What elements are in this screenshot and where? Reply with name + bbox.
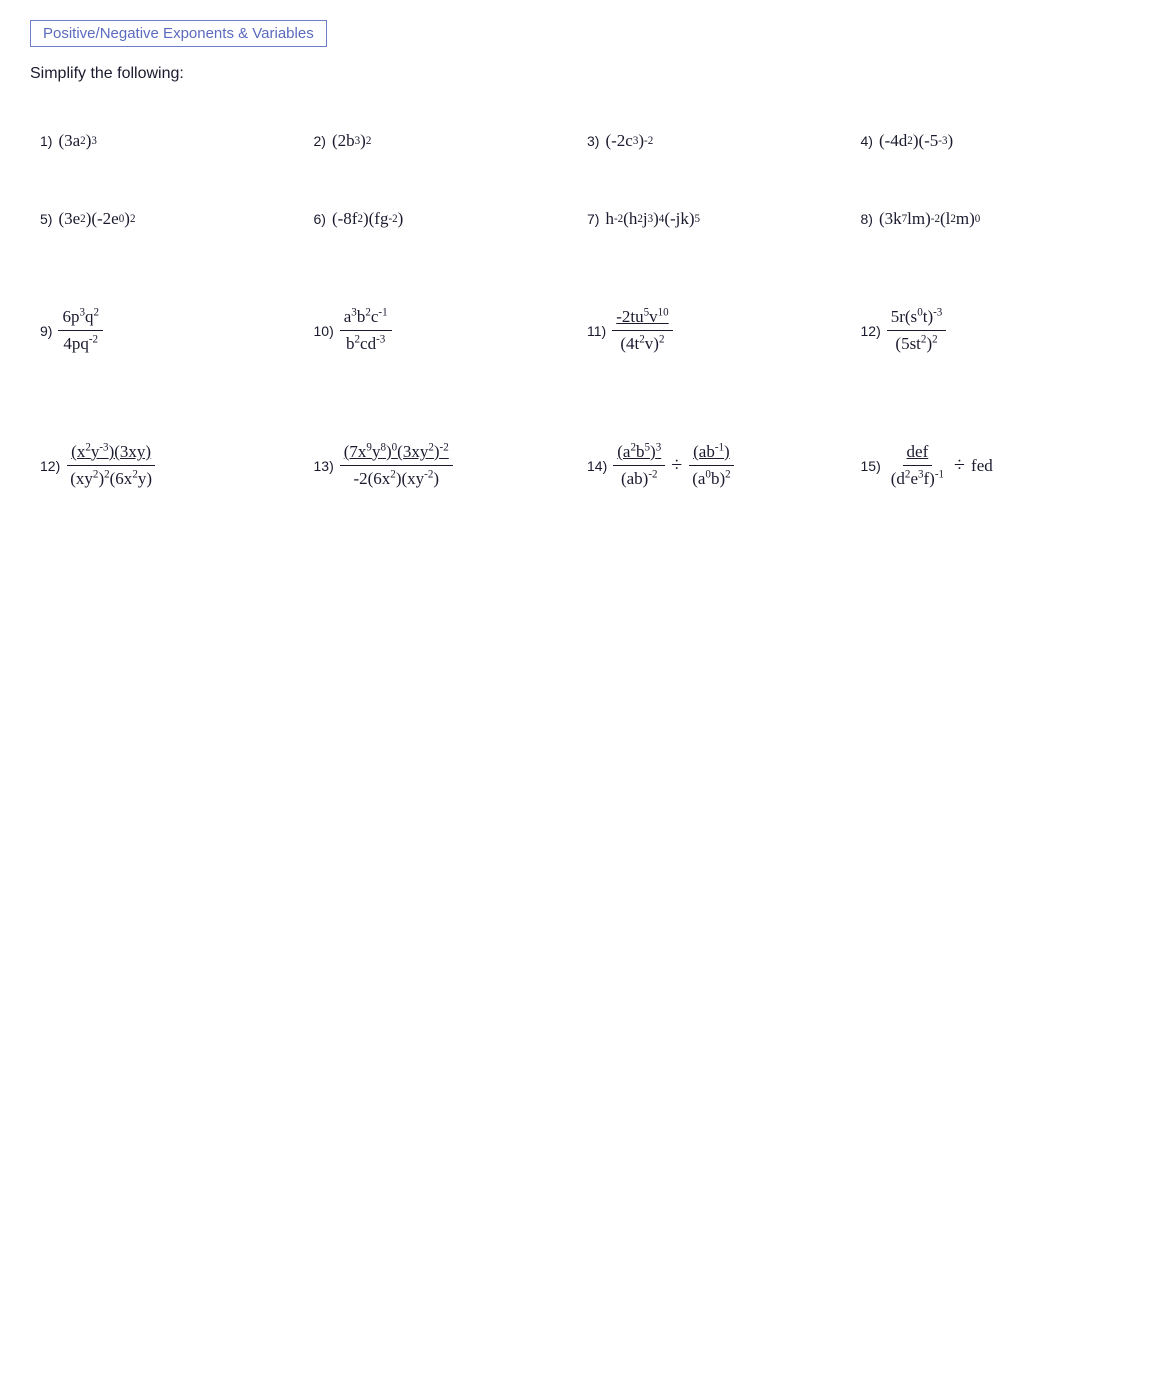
problem-8: 8) (3k7lm)-2(l2m)0 xyxy=(851,191,1125,269)
problem-12: 12) 5r(s0t)-3 (5st2)2 xyxy=(851,289,1125,394)
problem-15: 15) def (d2e3f)-1 ÷ fed xyxy=(851,424,1125,529)
problem-3: 3) (-2c3)-2 xyxy=(577,113,851,191)
problem-1: 1) (3a2)3 xyxy=(30,113,304,191)
problem-6: 6) (-8f2)(fg-2) xyxy=(304,191,578,269)
instruction: Simplify the following: xyxy=(30,65,1124,83)
problem-7: 7) h-2(h2j3)4(-jk)5 xyxy=(577,191,851,269)
problem-10: 10) a3b2c-1 b2cd-3 xyxy=(304,289,578,394)
problems-row-2: 5) (3e2)(-2e0)2 6) (-8f2)(fg-2) 7) h-2(h… xyxy=(30,191,1124,269)
problem-12b: 12) (x2y-3)(3xy) (xy2)2(6x2y) xyxy=(30,424,304,529)
problem-9: 9) 6p3q2 4pq-2 xyxy=(30,289,304,394)
problem-5: 5) (3e2)(-2e0)2 xyxy=(30,191,304,269)
problem-13: 13) (7x9y8)0(3xy2)-2 -2(6x2)(xy-2) xyxy=(304,424,578,529)
problems-row-4: 12) (x2y-3)(3xy) (xy2)2(6x2y) 13) (7x9y8… xyxy=(30,424,1124,529)
problem-11: 11) -2tu5v10 (4t2v)2 xyxy=(577,289,851,394)
problems-row-1: 1) (3a2)3 2) (2b3)2 3) (-2c3)-2 4) (-4d2… xyxy=(30,113,1124,191)
problems-row-3: 9) 6p3q2 4pq-2 10) a3b2c-1 b2cd-3 11) -2… xyxy=(30,289,1124,394)
problem-14: 14) (a2b5)3 (ab)-2 ÷ (ab-1) (a0b)2 xyxy=(577,424,851,529)
problem-4: 4) (-4d2)(-5-3) xyxy=(851,113,1125,191)
title-box: Positive/Negative Exponents & Variables xyxy=(30,20,327,47)
problem-2: 2) (2b3)2 xyxy=(304,113,578,191)
